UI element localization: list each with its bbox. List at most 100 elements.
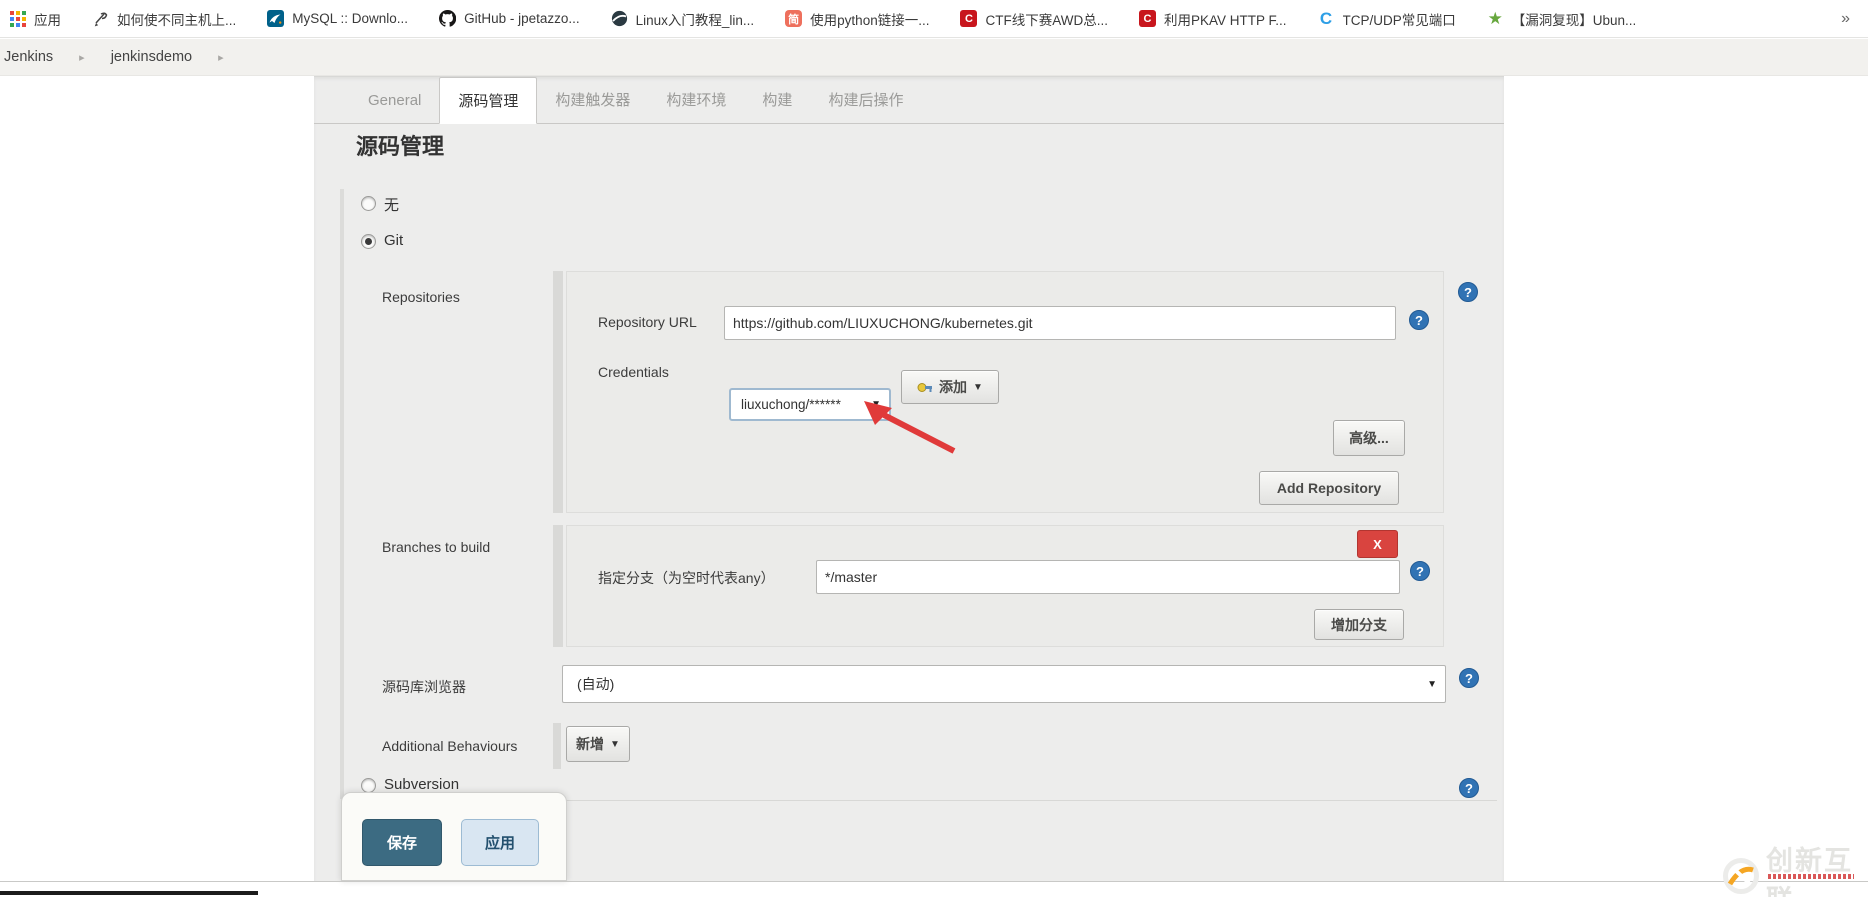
blue-c-glyph: C xyxy=(1319,8,1333,28)
watermark: 创新互联 xyxy=(1722,839,1868,897)
save-label: 保存 xyxy=(386,835,417,852)
jianshu-glyph: 简 xyxy=(785,10,803,27)
bookmark-label: 如何使不同主机上... xyxy=(117,12,237,28)
help-glyph: ? xyxy=(1465,670,1473,686)
tab-general[interactable]: General xyxy=(350,77,439,123)
bookmark-item[interactable]: C 利用PKAV HTTP F... xyxy=(1138,9,1287,29)
repository-url-input[interactable]: https://github.com/LIUXUCHONG/kubernetes… xyxy=(724,306,1396,340)
apply-button[interactable]: 应用 xyxy=(461,819,539,866)
bookmark-label: MySQL :: Downlo... xyxy=(292,11,409,26)
apply-label: 应用 xyxy=(484,835,515,852)
bookmark-item[interactable]: ★ 【漏洞复现】Ubun... xyxy=(1486,9,1637,29)
section-indent-line xyxy=(340,189,344,799)
bookmark-item[interactable]: 如何使不同主机上... xyxy=(91,9,236,29)
breadcrumb: Jenkins ▸ jenkinsdemo ▸ xyxy=(0,39,1868,76)
bookmark-label: 应用 xyxy=(34,12,61,28)
csdn-icon: C xyxy=(959,9,978,28)
tab-post-build[interactable]: 构建后操作 xyxy=(810,77,921,123)
bookmark-label: 【漏洞复现】Ubun... xyxy=(1511,12,1637,28)
bookmark-item[interactable]: MySQL :: Downlo... xyxy=(266,9,408,28)
red-annotation-arrow xyxy=(864,401,956,454)
scm-browser-select[interactable]: (自动) ▼ xyxy=(562,665,1446,703)
bookmarks-overflow-chevron-icon[interactable]: » xyxy=(1841,10,1850,28)
branches-drag-strip[interactable] xyxy=(553,525,563,647)
radio-scm-none[interactable] xyxy=(361,196,376,211)
watermark-text: 创新互联 xyxy=(1766,846,1853,897)
chevron-down-icon: ▼ xyxy=(973,381,983,393)
bookmark-item[interactable]: C CTF线下赛AWD总... xyxy=(959,9,1108,29)
blue-c-icon: C xyxy=(1317,9,1336,28)
additional-behaviours-drag-strip[interactable] xyxy=(553,723,561,769)
bookmark-label: GitHub - jpetazzo... xyxy=(464,11,580,26)
chevron-down-icon: ▼ xyxy=(610,738,620,750)
advanced-label: 高级... xyxy=(1349,430,1389,446)
breadcrumb-arrow-icon: ▸ xyxy=(79,51,85,64)
help-glyph: ? xyxy=(1416,563,1424,579)
window-edge-line xyxy=(0,891,258,895)
tab-build-environment[interactable]: 构建环境 xyxy=(648,77,744,123)
github-icon xyxy=(438,9,457,28)
save-button[interactable]: 保存 xyxy=(362,819,442,866)
radio-scm-git[interactable] xyxy=(361,234,376,249)
breadcrumb-item-job[interactable]: jenkinsdemo xyxy=(111,49,192,65)
csdn-icon: C xyxy=(1138,9,1157,28)
config-content: General 源码管理 构建触发器 构建环境 构建 构建后操作 源码管理 无 … xyxy=(314,76,1504,882)
watermark-subtext xyxy=(1768,874,1854,879)
bookmark-item[interactable]: C TCP/UDP常见端口 xyxy=(1317,9,1456,29)
csdn-glyph: C xyxy=(960,10,978,27)
breadcrumb-item-jenkins[interactable]: Jenkins xyxy=(4,49,53,65)
repositories-label: Repositories xyxy=(382,289,460,305)
bookmark-item-apps[interactable]: 应用 xyxy=(8,9,61,29)
bookmark-label: Linux入门教程_lin... xyxy=(635,12,755,28)
bookmark-label: TCP/UDP常见端口 xyxy=(1342,12,1456,28)
credentials-selected-value: liuxuchong/****** xyxy=(741,397,841,412)
branches-panel: X 指定分支（为空时代表any） */master 增加分支 xyxy=(566,525,1444,647)
help-icon[interactable]: ? xyxy=(1459,778,1479,798)
help-glyph: ? xyxy=(1465,780,1473,796)
radio-scm-none-label: 无 xyxy=(384,197,400,214)
tab-source-code-management[interactable]: 源码管理 xyxy=(439,77,538,124)
radio-scm-subversion[interactable] xyxy=(361,778,376,793)
bookmark-label: 使用python链接一... xyxy=(810,12,930,28)
add-credential-label: 添加 xyxy=(939,379,968,395)
bookmark-label: 利用PKAV HTTP F... xyxy=(1163,12,1287,28)
save-bar: 保存 应用 xyxy=(341,792,567,881)
branch-specifier-value: */master xyxy=(825,569,878,585)
bookmark-item[interactable]: 简 使用python链接一... xyxy=(784,9,929,29)
radio-scm-git-label: Git xyxy=(384,232,404,249)
add-repository-button[interactable]: Add Repository xyxy=(1259,471,1399,505)
apps-grid-icon xyxy=(8,9,27,28)
page-bottom-divider xyxy=(0,881,1868,882)
tab-build[interactable]: 构建 xyxy=(744,77,810,123)
key-icon xyxy=(917,381,934,394)
star-glyph: ★ xyxy=(1487,8,1503,28)
branches-to-build-label: Branches to build xyxy=(382,539,491,555)
page-title: 源码管理 xyxy=(356,134,445,159)
bookmark-item[interactable]: Linux入门教程_lin... xyxy=(610,9,755,29)
bookmarks-bar: 应用 如何使不同主机上... MySQL :: Downlo... GitHub… xyxy=(0,0,1868,38)
credentials-label: Credentials xyxy=(598,364,669,380)
add-behaviour-button[interactable]: 新增 ▼ xyxy=(566,726,630,762)
repositories-drag-strip[interactable] xyxy=(553,271,563,513)
add-branch-label: 增加分支 xyxy=(1331,616,1387,633)
bookmark-label: CTF线下赛AWD总... xyxy=(985,12,1108,28)
help-icon[interactable]: ? xyxy=(1459,668,1479,688)
advanced-button[interactable]: 高级... xyxy=(1333,420,1405,456)
help-glyph: ? xyxy=(1464,284,1472,300)
add-branch-button[interactable]: 增加分支 xyxy=(1314,609,1404,640)
add-repository-label: Add Repository xyxy=(1276,480,1382,496)
delete-branch-label: X xyxy=(1373,536,1382,552)
help-icon[interactable]: ? xyxy=(1410,561,1430,581)
delete-branch-button[interactable]: X xyxy=(1357,530,1398,558)
tab-build-triggers[interactable]: 构建触发器 xyxy=(537,77,648,123)
radio-scm-subversion-label: Subversion xyxy=(384,776,460,793)
help-icon[interactable]: ? xyxy=(1409,310,1429,330)
scm-browser-label: 源码库浏览器 xyxy=(382,679,466,695)
pen-icon xyxy=(91,9,110,28)
bookmark-item[interactable]: GitHub - jpetazzo... xyxy=(438,9,580,28)
branch-specifier-input[interactable]: */master xyxy=(816,560,1400,594)
help-icon[interactable]: ? xyxy=(1458,282,1478,302)
repository-url-label: Repository URL xyxy=(598,314,697,330)
mysql-icon xyxy=(266,9,285,28)
csdn-glyph: C xyxy=(1138,10,1156,27)
